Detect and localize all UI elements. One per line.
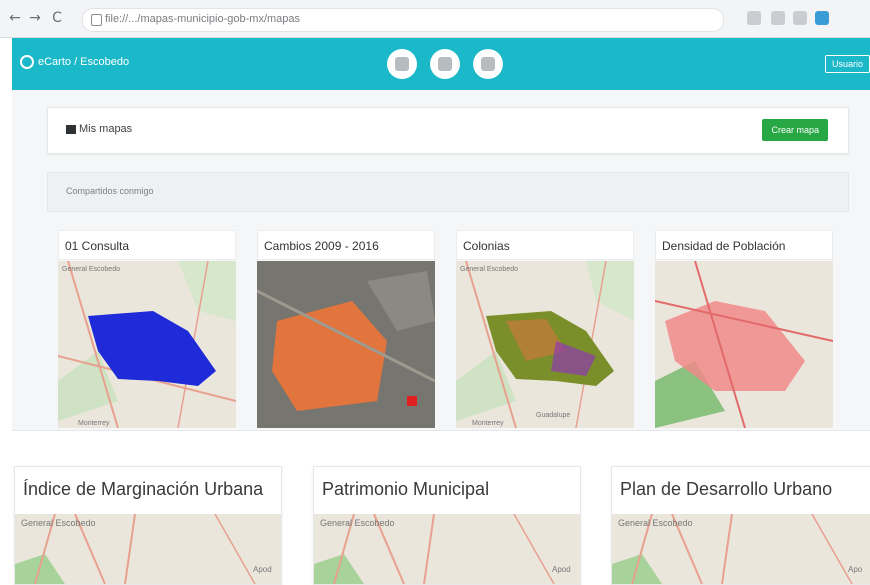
map-label: Apod xyxy=(552,565,571,574)
app-header: eCarto / Escobedo Usuario xyxy=(12,38,870,90)
map-thumbnail[interactable]: General Escobedo Monterrey Guadalupe xyxy=(456,261,634,428)
map-label: General Escobedo xyxy=(62,266,120,273)
browser-toolbar: ← → C file://.../mapas-municipio-gob-mx/… xyxy=(0,0,870,38)
map-label: Guadalupe xyxy=(536,412,570,419)
public-map-card[interactable]: Plan de Desarrollo Urbano General Escobe… xyxy=(611,466,870,585)
map-thumbnail[interactable] xyxy=(257,261,435,428)
layers-button[interactable] xyxy=(430,49,460,79)
map-icon xyxy=(395,57,409,71)
back-icon[interactable]: ← xyxy=(6,9,24,27)
public-map-title: Plan de Desarrollo Urbano xyxy=(620,479,833,499)
map-label: General Escobedo xyxy=(320,518,395,528)
map-card[interactable]: Colonias General Escobedo Monterrey Guad… xyxy=(456,230,634,428)
map-label: General Escobedo xyxy=(21,518,96,528)
upload-button[interactable] xyxy=(473,49,503,79)
layers-icon xyxy=(438,57,452,71)
map-label: General Escobedo xyxy=(618,518,693,528)
map-card-title: Cambios 2009 - 2016 xyxy=(257,230,435,260)
maps-button[interactable] xyxy=(387,49,417,79)
logo-icon xyxy=(20,55,34,69)
map-label: Monterrey xyxy=(472,420,504,427)
map-label: Apo xyxy=(848,565,863,574)
profile-icon[interactable] xyxy=(815,11,829,25)
map-card[interactable]: 01 Consulta General Escobedo Monterrey xyxy=(58,230,236,428)
my-maps-label: Mis mapas xyxy=(79,123,133,135)
new-map-button[interactable]: Crear mapa xyxy=(762,119,828,141)
map-card-title: 01 Consulta xyxy=(58,230,236,260)
map-label: General Escobedo xyxy=(460,266,518,273)
map-icon xyxy=(66,124,76,134)
brand-text: eCarto / Escobedo xyxy=(38,55,130,68)
public-map-card[interactable]: Índice de Marginación Urbana General Esc… xyxy=(14,466,282,585)
public-map-title: Patrimonio Municipal xyxy=(322,479,490,499)
url-text: file://.../mapas-municipio-gob-mx/mapas xyxy=(105,13,301,25)
my-maps-title: Mis mapas xyxy=(66,123,132,135)
map-thumbnail[interactable]: General Escobedo Apod xyxy=(314,513,580,584)
map-thumbnail[interactable]: General Escobedo Monterrey xyxy=(58,261,236,428)
reload-icon[interactable]: C xyxy=(48,9,66,27)
map-thumbnail[interactable] xyxy=(655,261,833,428)
brand[interactable]: eCarto / Escobedo xyxy=(20,55,129,69)
section-divider xyxy=(12,430,870,431)
map-card-title: Densidad de Población xyxy=(655,230,833,260)
public-map-card[interactable]: Patrimonio Municipal General Escobedo Ap… xyxy=(313,466,581,585)
map-label: Monterrey xyxy=(78,420,110,427)
user-button[interactable]: Usuario xyxy=(824,55,870,73)
shared-panel[interactable]: Compartidos conmigo xyxy=(47,172,849,212)
map-thumbnail[interactable]: General Escobedo Apod xyxy=(15,513,281,584)
map-thumbnail[interactable]: General Escobedo Apo xyxy=(612,513,870,584)
forward-icon[interactable]: → xyxy=(26,9,44,27)
map-card-title: Colonias xyxy=(456,230,634,260)
map-label: Apod xyxy=(253,565,272,574)
extension-icon[interactable] xyxy=(747,11,761,25)
public-map-title: Índice de Marginación Urbana xyxy=(23,479,264,499)
upload-icon xyxy=(481,57,495,71)
address-bar[interactable]: file://.../mapas-municipio-gob-mx/mapas xyxy=(82,8,724,32)
extension-icon[interactable] xyxy=(771,11,785,25)
extension-icon[interactable] xyxy=(793,11,807,25)
lock-icon xyxy=(91,14,102,26)
map-card[interactable]: Densidad de Población xyxy=(655,230,833,428)
shared-title: Compartidos conmigo xyxy=(66,186,154,196)
map-card[interactable]: Cambios 2009 - 2016 xyxy=(257,230,435,428)
my-maps-panel: Mis mapas Crear mapa xyxy=(47,107,849,154)
